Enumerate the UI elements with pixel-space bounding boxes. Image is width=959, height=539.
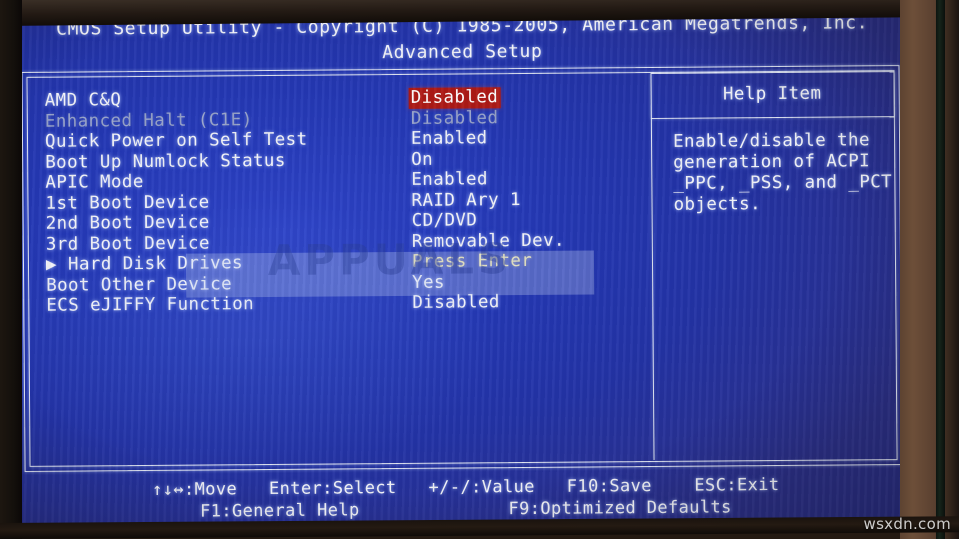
setting-label: Boot Up Numlock Status — [45, 150, 286, 173]
crt-screen: CMOS Setup Utility - Copyright (C) 1985-… — [16, 4, 913, 531]
key-legend: ↑↓↔:Move Enter:Select +/-/:Value F10:Sav… — [20, 473, 912, 524]
setting-value[interactable]: RAID Ary 1 — [409, 190, 523, 211]
setting-label: 1st Boot Device — [45, 191, 210, 214]
setting-label: Enhanced Halt (C1E) — [44, 109, 253, 132]
setting-value[interactable]: CD/DVD — [410, 210, 480, 231]
setting-label: ECS eJIFFY Function — [46, 294, 255, 316]
setting-value[interactable]: Enabled — [409, 169, 490, 190]
help-text: Enable/disable the generation of ACPI _P… — [672, 130, 893, 215]
submenu-arrow-icon: ▶ — [45, 254, 58, 275]
setting-value[interactable]: Enabled — [409, 128, 490, 149]
setting-label: Quick Power on Self Test — [44, 129, 308, 152]
setting-label: Hard Disk Drives — [67, 253, 244, 275]
setting-value[interactable]: Press Enter — [410, 251, 534, 272]
setting-value[interactable]: Yes — [410, 272, 447, 293]
setting-label: Boot Other Device — [46, 273, 233, 296]
setting-value[interactable]: Disabled — [410, 292, 502, 313]
setting-label: 2nd Boot Device — [45, 212, 210, 234]
setting-label: APIC Mode — [45, 172, 144, 193]
settings-list: AMD C&Q Disabled Enhanced Halt (C1E) Disabl… — [45, 86, 647, 316]
watermark-wsxdn: wsxdn.com — [863, 515, 951, 533]
setting-value[interactable]: Disabled — [408, 87, 501, 109]
monitor-bezel-left — [0, 0, 22, 539]
bios-setup-screen: CMOS Setup Utility - Copyright (C) 1985-… — [16, 5, 912, 531]
setting-label: AMD C&Q — [44, 90, 122, 111]
help-title: Help Item — [722, 83, 822, 105]
setting-value[interactable]: Removable Dev. — [410, 230, 567, 252]
setting-value: Disabled — [410, 107, 499, 129]
setup-frame: Help Item Enable/disable the generation … — [21, 65, 903, 472]
monitor-photo: CMOS Setup Utility - Copyright (C) 1985-… — [0, 0, 959, 539]
setting-value[interactable]: On — [409, 149, 435, 170]
setting-label: 3rd Boot Device — [45, 232, 210, 255]
monitor-bezel-right — [900, 0, 959, 539]
page-subtitle: Advanced Setup — [382, 40, 543, 63]
